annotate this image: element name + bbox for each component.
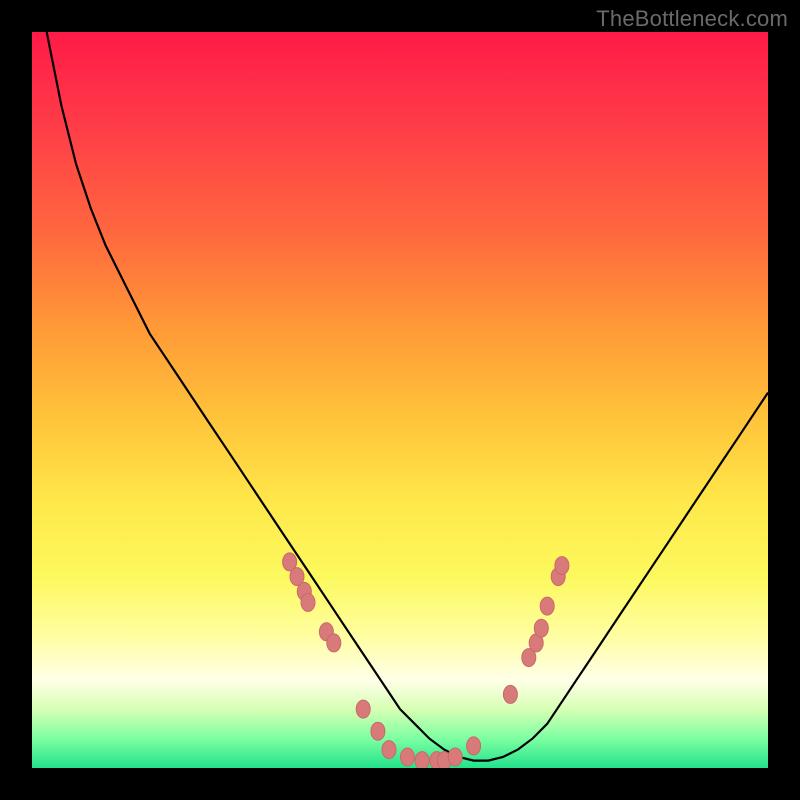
data-marker xyxy=(382,741,396,759)
data-marker xyxy=(540,597,554,615)
watermark-text: TheBottleneck.com xyxy=(596,6,788,32)
plot-area xyxy=(32,32,768,768)
data-marker xyxy=(400,748,414,766)
bottleneck-curve xyxy=(32,32,768,761)
data-marker xyxy=(415,752,429,768)
data-marker xyxy=(448,748,462,766)
chart-svg xyxy=(32,32,768,768)
chart-frame: TheBottleneck.com xyxy=(0,0,800,800)
data-marker xyxy=(534,619,548,637)
data-marker xyxy=(503,685,517,703)
data-marker xyxy=(371,722,385,740)
data-marker xyxy=(301,593,315,611)
data-marker xyxy=(467,737,481,755)
data-marker xyxy=(555,557,569,575)
data-marker xyxy=(356,700,370,718)
data-marker xyxy=(327,634,341,652)
